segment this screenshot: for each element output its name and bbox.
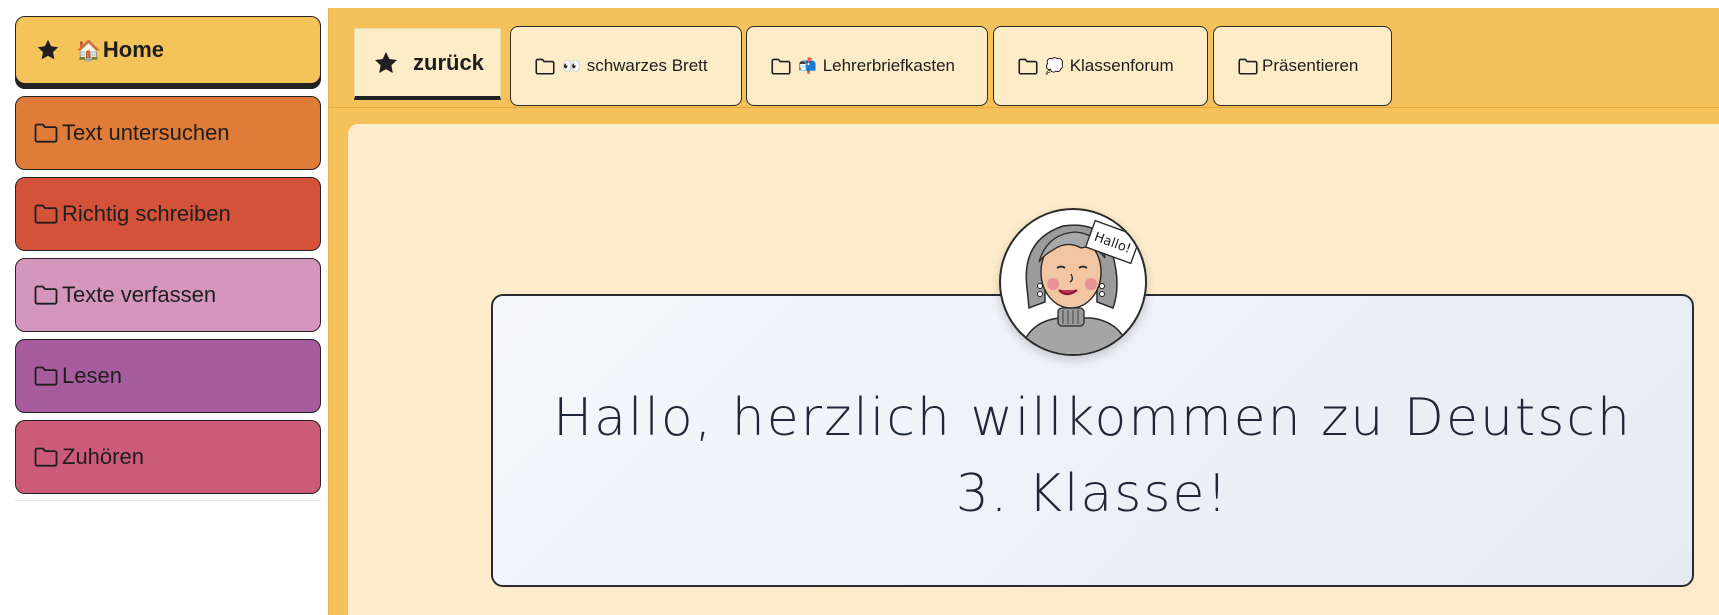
- sidebar-item-label: Texte verfassen: [62, 282, 217, 307]
- folder-icon: [34, 204, 58, 224]
- thought-bubble-icon: 💭: [1045, 58, 1064, 75]
- star-icon: [36, 38, 60, 62]
- folder-icon: [1018, 58, 1038, 75]
- mailbox-icon: 📬: [798, 58, 817, 75]
- tab-praesentieren[interactable]: Präsentieren: [1213, 26, 1392, 106]
- tab-schwarzes-brett[interactable]: 👀 schwarzes Brett: [510, 26, 742, 106]
- tab-label: Präsentieren: [1262, 56, 1359, 75]
- tab-label: schwarzes Brett: [586, 56, 708, 75]
- sidebar-item-text-untersuchen[interactable]: Text untersuchen: [15, 96, 321, 170]
- folder-icon: [34, 366, 58, 386]
- folder-icon: [34, 123, 58, 143]
- content-panel: Hallo, herzlich willkommen zu Deutsch 3.…: [348, 124, 1719, 615]
- house-icon: 🏠: [76, 39, 101, 62]
- back-tab[interactable]: zurück: [354, 28, 501, 100]
- tab-label: Klassenforum: [1069, 56, 1174, 75]
- main-area: zurück 👀 schwarzes Brett 📬 Lehrerbriefka…: [328, 8, 1719, 615]
- sidebar-item-label: Lesen: [62, 363, 122, 388]
- sidebar-item-label: Zuhören: [62, 444, 144, 469]
- sidebar-item-texte-verfassen[interactable]: Texte verfassen: [15, 258, 321, 332]
- folder-icon: [34, 285, 58, 305]
- sidebar-item-home[interactable]: 🏠 Home: [15, 16, 321, 84]
- folder-icon: [535, 58, 555, 75]
- sidebar-item-zuhoeren[interactable]: Zuhören: [15, 420, 321, 494]
- tab-label: Lehrerbriefkasten: [822, 56, 955, 75]
- sidebar-item-label: Text untersuchen: [62, 120, 230, 145]
- folder-icon: [771, 58, 791, 75]
- tab-klassenforum[interactable]: 💭 Klassenforum: [993, 26, 1208, 106]
- sidebar-item-lesen[interactable]: Lesen: [15, 339, 321, 413]
- eyes-icon: 👀: [562, 58, 581, 75]
- sidebar-item-label: Richtig schreiben: [62, 201, 231, 226]
- star-icon: [373, 50, 399, 76]
- sidebar: 🏠 Home Text untersuchen Richtig schreibe…: [0, 0, 328, 615]
- tab-lehrerbriefkasten[interactable]: 📬 Lehrerbriefkasten: [746, 26, 988, 106]
- sidebar-item-label: Home: [102, 37, 165, 62]
- teacher-avatar: Hallo!: [999, 208, 1147, 356]
- folder-icon: [1238, 58, 1258, 75]
- tab-bar: zurück 👀 schwarzes Brett 📬 Lehrerbriefka…: [329, 8, 1719, 108]
- sidebar-divider: [15, 500, 321, 501]
- welcome-line-1: Hallo, herzlich willkommen zu Deutsch: [553, 387, 1632, 448]
- tab-label: zurück: [413, 49, 484, 75]
- folder-icon: [34, 447, 58, 467]
- sidebar-item-richtig-schreiben[interactable]: Richtig schreiben: [15, 177, 321, 251]
- welcome-line-2: 3. Klasse!: [955, 463, 1230, 524]
